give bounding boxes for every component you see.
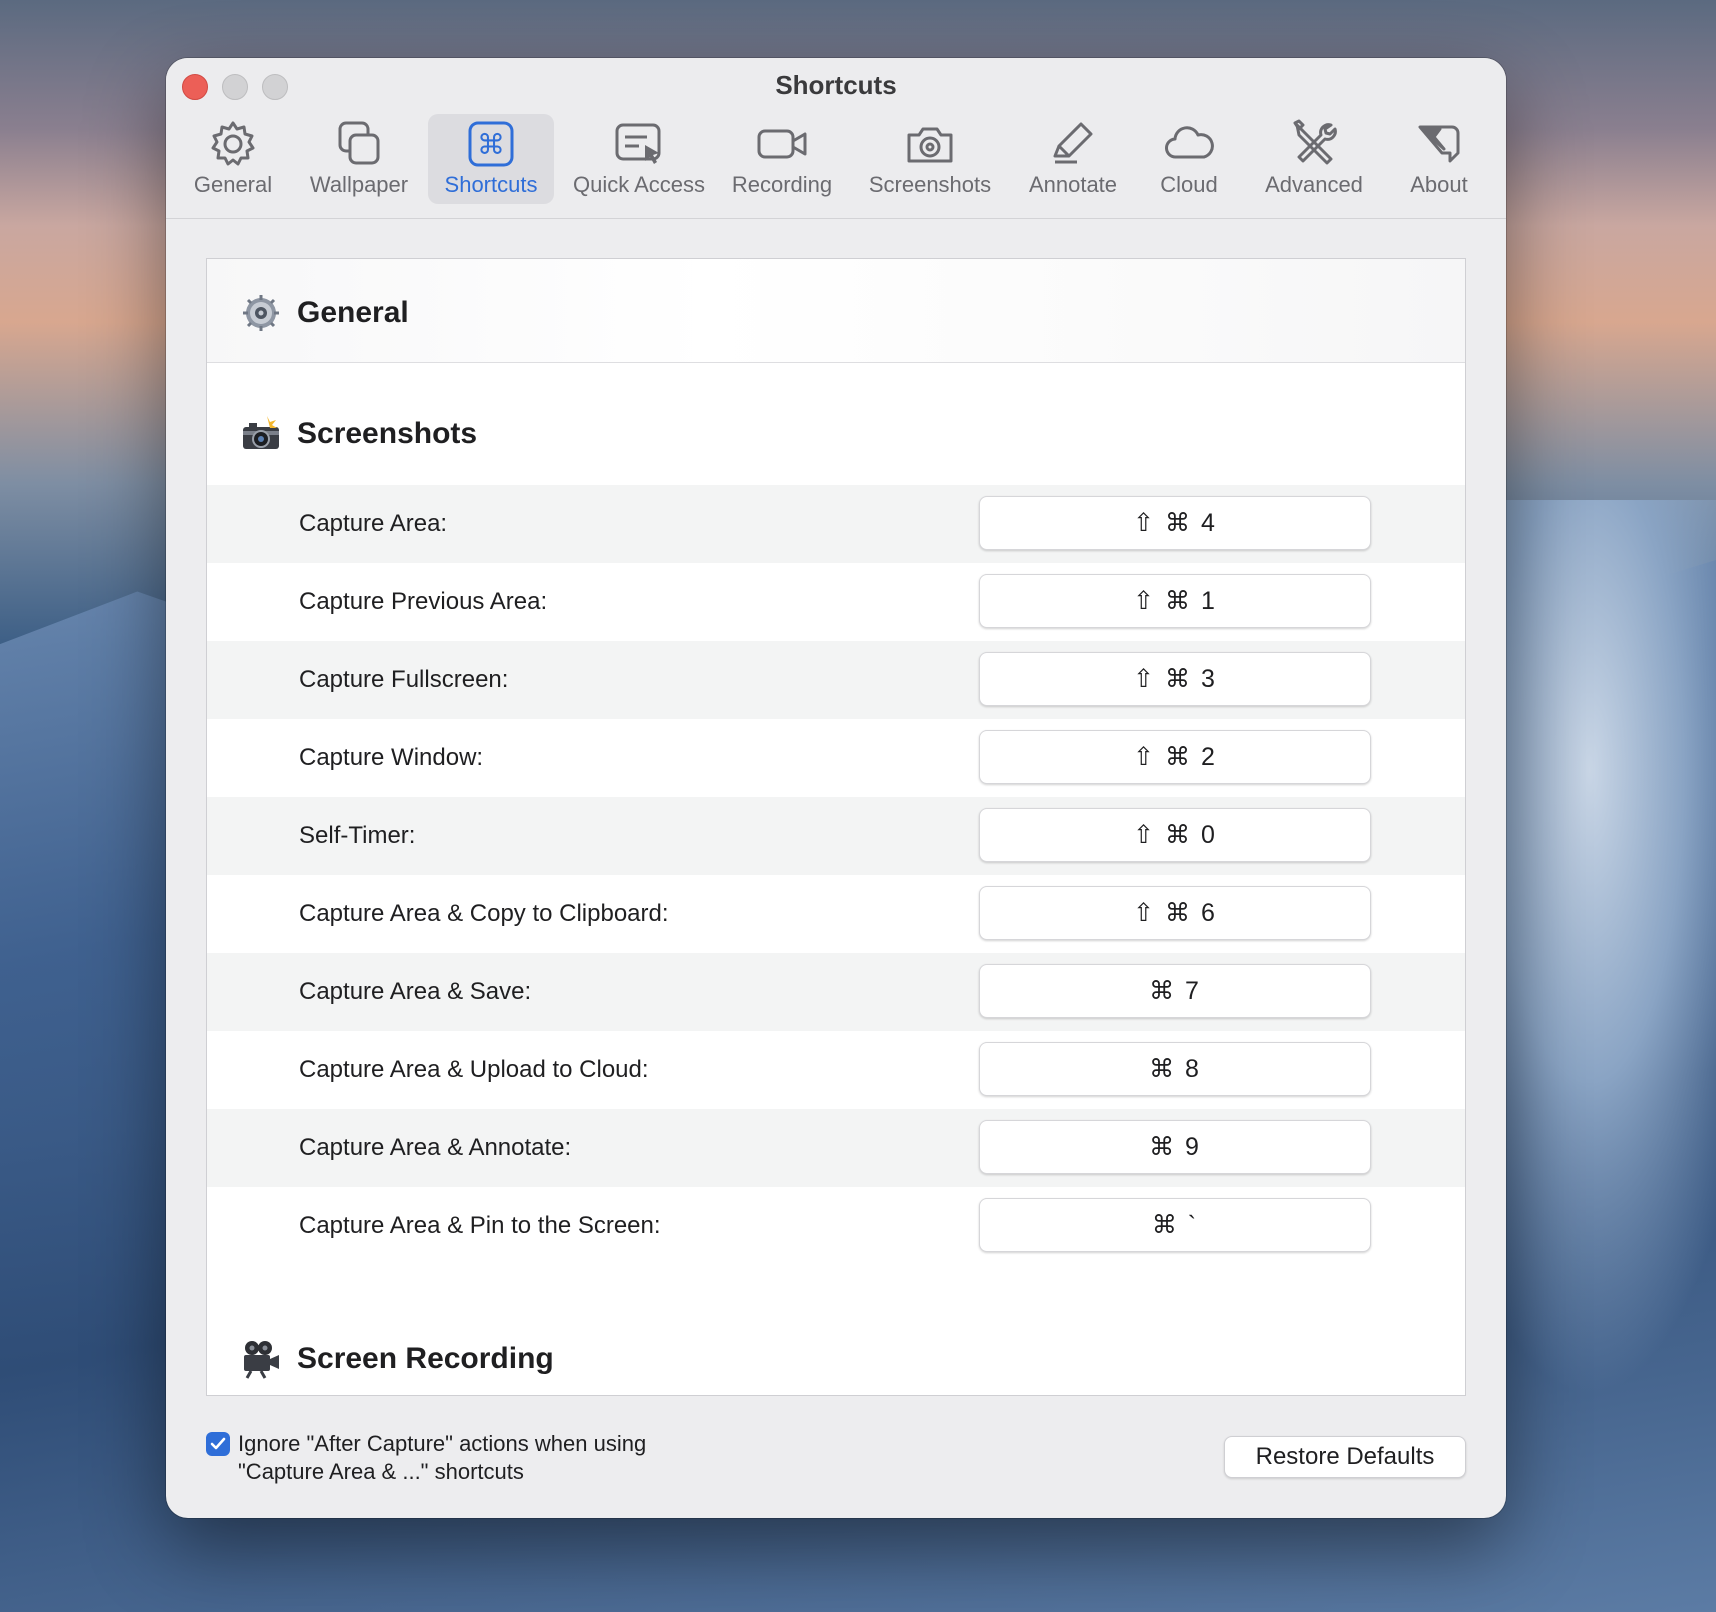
- tab-label: Shortcuts: [444, 172, 538, 197]
- shortcut-label: Capture Area & Save:: [299, 978, 532, 1005]
- tab-label: About: [1410, 172, 1468, 197]
- shortcut-row: Capture Window: ⇧ ⌘ 2: [207, 719, 1465, 797]
- tab-cloud[interactable]: Cloud: [1148, 114, 1230, 204]
- shortcut-row: Capture Area & Save: ⌘ 7: [207, 953, 1465, 1031]
- section-general: General: [241, 293, 409, 333]
- shortcut-recorder-field[interactable]: ⌘ 9: [979, 1120, 1371, 1174]
- tab-label: Quick Access: [572, 172, 706, 197]
- screenshots-shortcuts-list: Capture Area: ⇧ ⌘ 4 Capture Previous Are…: [207, 485, 1465, 1265]
- shortcut-label: Capture Area & Pin to the Screen:: [299, 1212, 661, 1239]
- restore-defaults-button[interactable]: Restore Defaults: [1224, 1436, 1466, 1478]
- section-screenshots: Screenshots: [241, 414, 477, 454]
- quick-access-icon: [609, 116, 669, 172]
- shortcut-recorder-field[interactable]: ⇧ ⌘ 3: [979, 652, 1371, 706]
- wallpaper-icon: [329, 116, 389, 172]
- shortcut-recorder-field[interactable]: ⇧ ⌘ 6: [979, 886, 1371, 940]
- shortcut-recorder-field[interactable]: ⇧ ⌘ 1: [979, 574, 1371, 628]
- shortcut-recorder-field[interactable]: ⇧ ⌘ 4: [979, 496, 1371, 550]
- tab-about[interactable]: About: [1396, 114, 1482, 204]
- shortcut-label: Self-Timer:: [299, 822, 416, 849]
- shortcut-row: Capture Area & Upload to Cloud: ⌘ 8: [207, 1031, 1465, 1109]
- about-tag-icon: [1409, 116, 1469, 172]
- tab-label: Wallpaper: [309, 172, 409, 197]
- tab-screenshots[interactable]: Screenshots: [862, 114, 998, 204]
- section-title: Screenshots: [297, 417, 478, 450]
- shortcuts-list-panel[interactable]: General Screenshots Capture Area: ⇧ ⌘ 4 …: [206, 258, 1466, 1396]
- titlebar: Shortcuts General Wallpaper ⌘ Shortcuts …: [166, 58, 1506, 219]
- shortcut-row: Capture Previous Area: ⇧ ⌘ 1: [207, 563, 1465, 641]
- ignore-after-capture-checkbox[interactable]: [206, 1432, 230, 1456]
- shortcut-row: Self-Timer: ⇧ ⌘ 0: [207, 797, 1465, 875]
- shortcut-recorder-field[interactable]: ⇧ ⌘ 2: [979, 730, 1371, 784]
- gear-emoji-icon: [241, 293, 281, 333]
- tab-advanced[interactable]: Advanced: [1254, 114, 1374, 204]
- ignore-after-capture-option[interactable]: Ignore "After Capture" actions when usin…: [206, 1430, 658, 1486]
- shortcut-row: Capture Area & Pin to the Screen: ⌘ `: [207, 1187, 1465, 1265]
- video-camera-icon: [752, 116, 812, 172]
- command-key-icon: ⌘: [461, 116, 521, 172]
- shortcut-label: Capture Area & Upload to Cloud:: [299, 1056, 649, 1083]
- shortcut-row: Capture Area & Annotate: ⌘ 9: [207, 1109, 1465, 1187]
- tab-label: Cloud: [1160, 172, 1218, 197]
- preferences-window: Shortcuts General Wallpaper ⌘ Shortcuts …: [166, 58, 1506, 1518]
- section-screen-recording: Screen Recording: [241, 1339, 554, 1379]
- tab-label: Advanced: [1265, 172, 1363, 197]
- movie-camera-emoji-icon: [241, 1339, 281, 1379]
- tab-general[interactable]: General: [190, 114, 276, 204]
- shortcut-label: Capture Fullscreen:: [299, 666, 509, 693]
- shortcut-label: Capture Previous Area:: [299, 588, 548, 615]
- shortcut-label: Capture Area:: [299, 510, 448, 537]
- shortcut-recorder-field[interactable]: ⇧ ⌘ 0: [979, 808, 1371, 862]
- tab-quick-access[interactable]: Quick Access: [566, 114, 712, 204]
- shortcut-label: Capture Area & Copy to Clipboard:: [299, 900, 669, 927]
- shortcut-recorder-field[interactable]: ⌘ 8: [979, 1042, 1371, 1096]
- shortcut-label: Capture Window:: [299, 744, 484, 771]
- tab-label: Screenshots: [868, 172, 992, 197]
- tab-wallpaper[interactable]: Wallpaper: [306, 114, 412, 204]
- shortcut-row: Capture Fullscreen: ⇧ ⌘ 3: [207, 641, 1465, 719]
- section-title: General: [297, 296, 409, 329]
- tab-label: General: [193, 172, 273, 197]
- tab-shortcuts[interactable]: ⌘ Shortcuts: [428, 114, 554, 204]
- preferences-toolbar: General Wallpaper ⌘ Shortcuts Quick Acce…: [166, 114, 1506, 208]
- tab-annotate[interactable]: Annotate: [1020, 114, 1126, 204]
- window-title: Shortcuts: [775, 70, 897, 100]
- highlighter-icon: [1043, 116, 1103, 172]
- shortcut-recorder-field[interactable]: ⌘ `: [979, 1198, 1371, 1252]
- tools-icon: [1284, 116, 1344, 172]
- ignore-after-capture-label: Ignore "After Capture" actions when usin…: [238, 1431, 647, 1484]
- gear-icon: [203, 116, 263, 172]
- svg-text:⌘: ⌘: [477, 128, 505, 161]
- tab-label: Recording: [731, 172, 833, 197]
- shortcut-label: Capture Area & Annotate:: [299, 1134, 572, 1161]
- section-title: Screen Recording: [297, 1342, 554, 1375]
- tab-label: Annotate: [1028, 172, 1118, 197]
- checkmark-icon: [210, 1437, 226, 1450]
- shortcut-row: Capture Area & Copy to Clipboard: ⇧ ⌘ 6: [207, 875, 1465, 953]
- tab-recording[interactable]: Recording: [724, 114, 840, 204]
- camera-flash-emoji-icon: [241, 414, 281, 454]
- camera-icon: [900, 116, 960, 172]
- shortcut-row: Capture Area: ⇧ ⌘ 4: [207, 485, 1465, 563]
- cloud-icon: [1159, 116, 1219, 172]
- shortcut-recorder-field[interactable]: ⌘ 7: [979, 964, 1371, 1018]
